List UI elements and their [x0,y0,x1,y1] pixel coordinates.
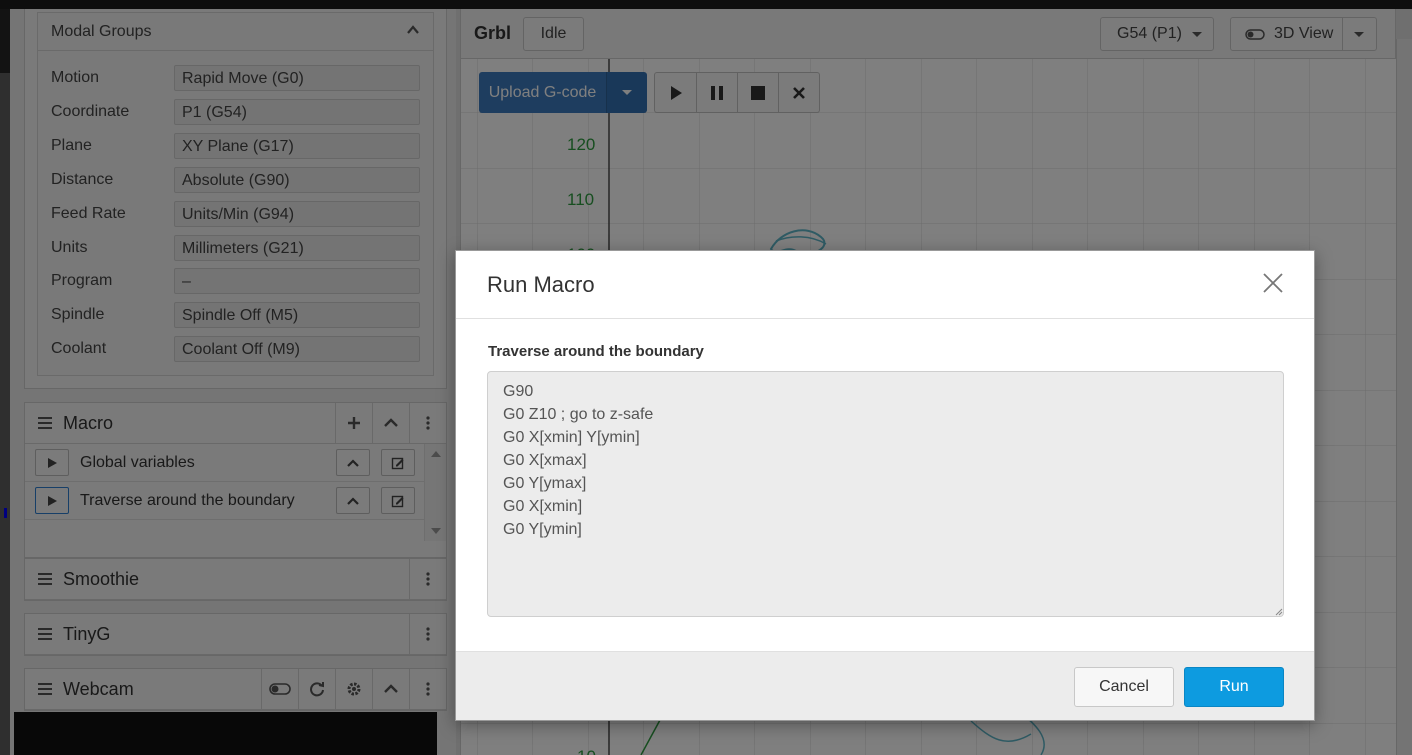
dialog-header: Run Macro [456,251,1314,319]
run-button[interactable]: Run [1184,667,1284,707]
dialog-title: Run Macro [487,272,595,297]
close-icon[interactable] [1262,272,1284,294]
dialog-footer: Cancel Run [456,651,1314,720]
run-macro-dialog: Run Macro Traverse around the boundary G… [455,250,1315,721]
macro-content-textarea[interactable]: G90 G0 Z10 ; go to z-safe G0 X[xmin] Y[y… [487,371,1284,617]
resize-grip-icon[interactable] [1273,606,1283,616]
cancel-button[interactable]: Cancel [1074,667,1174,707]
macro-name-label: Traverse around the boundary [488,343,704,360]
